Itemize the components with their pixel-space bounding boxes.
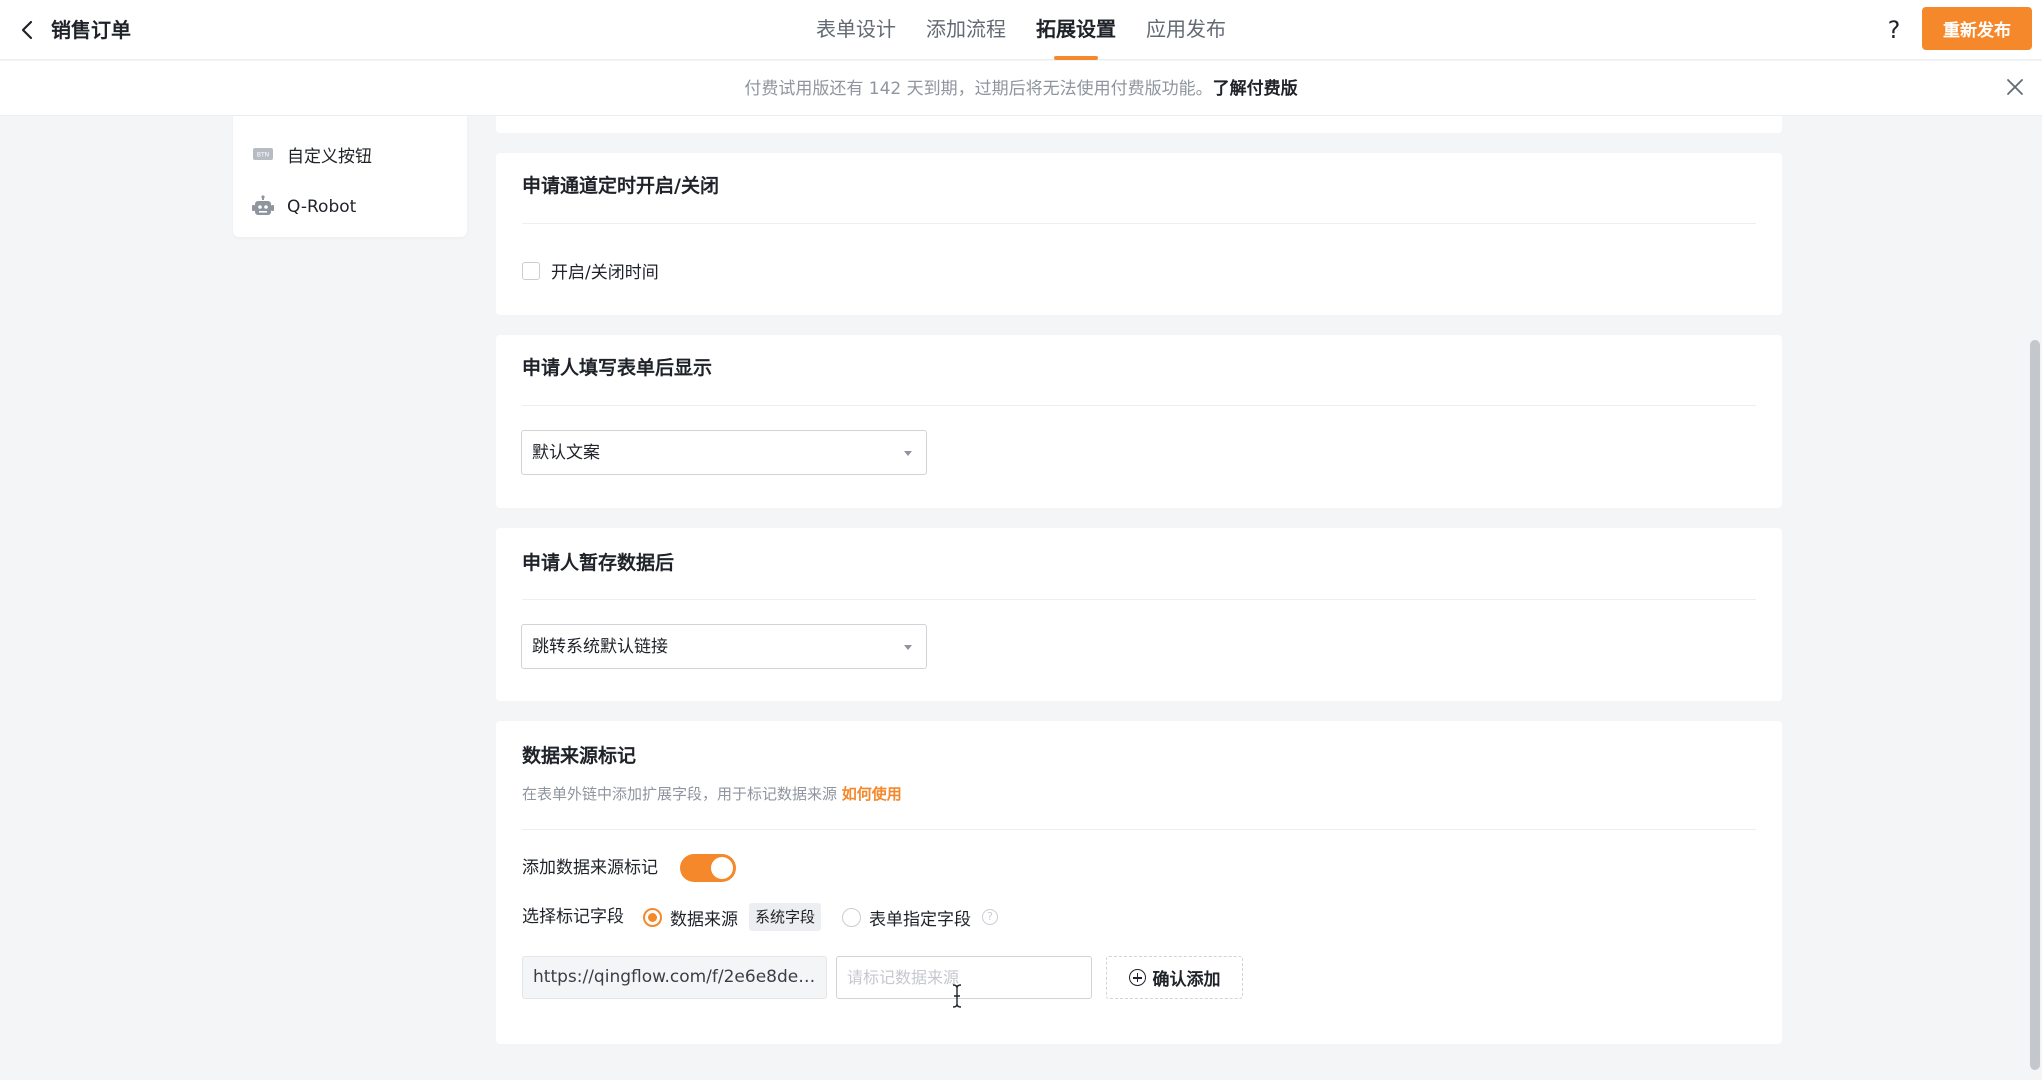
republish-button[interactable]: 重新发布 <box>1922 7 2032 50</box>
help-icon[interactable]: ? <box>1878 14 1910 46</box>
back-arrow-icon[interactable] <box>14 16 42 44</box>
divider <box>522 405 1756 406</box>
plus-circle-icon <box>1128 969 1146 986</box>
divider <box>522 599 1756 600</box>
select-value: 默认文案 <box>532 443 600 463</box>
card-title: 申请人暂存数据后 <box>522 552 675 574</box>
scrollbar-thumb[interactable] <box>2030 340 2040 1070</box>
divider <box>522 829 1756 830</box>
radio-label: 数据来源 <box>670 910 738 930</box>
card-title: 申请通道定时开启/关闭 <box>522 175 719 197</box>
text-cursor-icon <box>950 983 964 1009</box>
card-description: 在表单外链中添加扩展字段，用于标记数据来源 <box>522 785 838 803</box>
select-field-label: 选择标记字段 <box>522 907 624 927</box>
app-title: 销售订单 <box>51 18 131 42</box>
data-source-toggle[interactable] <box>680 854 736 882</box>
data-source-mark-input[interactable] <box>836 956 1092 999</box>
top-header: 销售订单 表单设计 添加流程 拓展设置 应用发布 ? 重新发布 <box>0 0 2042 60</box>
caret-down-icon <box>904 645 912 650</box>
close-icon[interactable] <box>2004 76 2026 98</box>
system-field-tag: 系统字段 <box>749 903 822 931</box>
how-to-use-link[interactable]: 如何使用 <box>842 785 902 803</box>
side-item-custom-button[interactable]: BTN 自定义按钮 <box>251 139 372 169</box>
after-submit-card: 申请人填写表单后显示 默认文案 <box>496 335 1782 508</box>
checkbox-box[interactable] <box>522 261 540 280</box>
svg-text:BTN: BTN <box>257 152 269 159</box>
card-title: 申请人填写表单后显示 <box>522 357 713 379</box>
toggle-knob <box>711 857 733 879</box>
learn-paid-link[interactable]: 了解付费版 <box>1213 79 1298 99</box>
side-item-label: 自定义按钮 <box>287 146 372 167</box>
radio-dot[interactable] <box>643 908 662 927</box>
schedule-checkbox[interactable]: 开启/关闭时间 <box>522 258 659 283</box>
tab-extension-settings[interactable]: 拓展设置 <box>1036 0 1116 60</box>
tab-form-design[interactable]: 表单设计 <box>816 0 896 60</box>
trial-notice-text: 付费试用版还有 142 天到期，过期后将无法使用付费版功能。 <box>744 79 1213 99</box>
header-tabs: 表单设计 添加流程 拓展设置 应用发布 <box>816 0 1256 60</box>
robot-icon <box>251 195 275 219</box>
confirm-add-label: 确认添加 <box>1152 970 1221 990</box>
side-menu: BTN 自定义按钮 Q-Robot <box>233 116 467 237</box>
previous-card-edge <box>496 116 1782 133</box>
side-item-label: Q-Robot <box>287 197 357 217</box>
btn-icon: BTN <box>251 142 275 166</box>
select-value: 跳转系统默认链接 <box>532 637 668 657</box>
radio-form-field[interactable]: 表单指定字段 <box>842 905 971 930</box>
trial-notice-bar: 付费试用版还有 142 天到期，过期后将无法使用付费版功能。了解付费版 <box>0 61 2042 116</box>
card-title: 数据来源标记 <box>522 745 637 767</box>
after-draft-select[interactable]: 跳转系统默认链接 <box>521 624 927 669</box>
radio-dot[interactable] <box>842 908 861 927</box>
side-item-q-robot[interactable]: Q-Robot <box>251 192 356 222</box>
radio-label: 表单指定字段 <box>869 910 971 930</box>
radio-data-source[interactable]: 数据来源 <box>643 905 738 930</box>
tab-app-publish[interactable]: 应用发布 <box>1146 0 1226 60</box>
toggle-label: 添加数据来源标记 <box>522 858 658 878</box>
schedule-card: 申请通道定时开启/关闭 开启/关闭时间 <box>496 153 1782 315</box>
checkbox-label: 开启/关闭时间 <box>551 263 659 283</box>
after-submit-select[interactable]: 默认文案 <box>521 430 927 475</box>
divider <box>522 223 1756 224</box>
form-url-field[interactable]: https://qingflow.com/f/2e6e8de2?... <box>522 956 827 999</box>
data-source-card: 数据来源标记 在表单外链中添加扩展字段，用于标记数据来源 如何使用 添加数据来源… <box>496 721 1782 1044</box>
caret-down-icon <box>904 451 912 456</box>
after-draft-card: 申请人暂存数据后 跳转系统默认链接 <box>496 528 1782 701</box>
tab-add-flow[interactable]: 添加流程 <box>926 0 1006 60</box>
question-hint-icon[interactable]: ? <box>982 909 998 925</box>
confirm-add-button[interactable]: 确认添加 <box>1106 956 1243 999</box>
